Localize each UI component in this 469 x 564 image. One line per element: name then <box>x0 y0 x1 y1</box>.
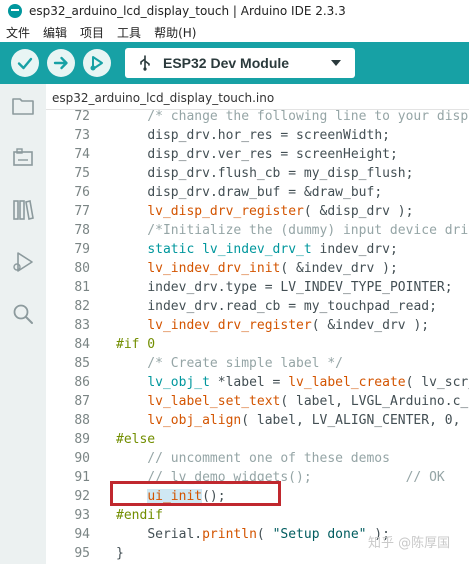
line-code: lv_label_set_text( label, LVGL_Arduino.c… <box>147 394 469 409</box>
menu-tools[interactable]: 工具 <box>117 24 141 41</box>
menu-sketch[interactable]: 项目 <box>80 24 104 41</box>
toolbar: ESP32 Dev Module <box>0 42 469 84</box>
line-number: 72 <box>74 110 90 124</box>
line-code: // uncomment one of these demos <box>116 451 390 466</box>
line-code: lv_disp_drv_register( &disp_drv ); <box>147 204 414 219</box>
editor-tab-bar: esp32_arduino_lcd_display_touch.ino <box>46 84 469 110</box>
code-line[interactable]: 78 /*Initialize the (dummy) input device… <box>46 221 469 240</box>
code-line[interactable]: 74 disp_drv.ver_res = screenHeight; <box>46 145 469 164</box>
menu-help[interactable]: 帮助(H) <box>154 24 196 41</box>
code-line[interactable]: 83 lv_indev_drv_register( &indev_drv ); <box>46 316 469 335</box>
line-number: 75 <box>74 166 90 181</box>
activity-sidebar <box>0 84 46 564</box>
code-editor[interactable]: 72 /* change the following line to your … <box>46 110 469 564</box>
code-line[interactable]: 89 #else <box>46 430 469 449</box>
code-line[interactable]: 93 #endif <box>46 506 469 525</box>
line-number: 92 <box>74 489 90 504</box>
line-code: /*Initialize the (dummy) input device dr… <box>116 223 469 238</box>
line-code: indev_drv.read_cb = my_touchpad_read; <box>147 299 437 314</box>
menu-bar: 文件 编辑 项目 工具 帮助(H) <box>0 22 469 42</box>
line-number: 86 <box>74 375 90 390</box>
code-line[interactable]: 84 #if 0 <box>46 335 469 354</box>
line-number: 81 <box>74 280 90 295</box>
line-number: 93 <box>74 508 90 523</box>
line-number: 91 <box>74 470 90 485</box>
code-line[interactable]: 88 lv_obj_align( label, LV_ALIGN_CENTER,… <box>46 411 469 430</box>
line-number: 87 <box>74 394 90 409</box>
debug-button[interactable] <box>83 49 111 77</box>
line-number: 88 <box>74 413 90 428</box>
line-code: } <box>116 546 124 561</box>
line-code: /* Create simple label */ <box>116 356 343 371</box>
line-code: /* change the following line to your dis… <box>116 110 469 124</box>
line-code: disp_drv.hor_res = screenWidth; <box>147 128 390 143</box>
board-manager-icon[interactable] <box>11 146 35 170</box>
line-code: lv_indev_drv_init( &indev_drv ); <box>147 261 398 276</box>
line-number: 79 <box>74 242 90 257</box>
code-line[interactable]: 90 // uncomment one of these demos <box>46 449 469 468</box>
code-line[interactable]: 75 disp_drv.flush_cb = my_disp_flush; <box>46 164 469 183</box>
line-number: 85 <box>74 356 90 371</box>
line-number: 84 <box>74 337 90 352</box>
line-code: disp_drv.draw_buf = &draw_buf; <box>147 185 383 200</box>
code-line[interactable]: 81 indev_drv.type = LV_INDEV_TYPE_POINTE… <box>46 278 469 297</box>
arrow-right-icon <box>53 56 68 70</box>
menu-edit[interactable]: 编辑 <box>43 24 67 41</box>
line-code: Serial.println( "Setup done" ); <box>147 527 390 542</box>
code-line[interactable]: 73 disp_drv.hor_res = screenWidth; <box>46 126 469 145</box>
line-code: #if 0 <box>116 337 156 352</box>
line-number: 95 <box>74 546 90 561</box>
library-icon[interactable] <box>11 198 35 222</box>
checkmark-icon <box>17 57 33 70</box>
line-number: 90 <box>74 451 90 466</box>
line-code: indev_drv.type = LV_INDEV_TYPE_POINTER; <box>147 280 453 295</box>
search-icon[interactable] <box>11 302 35 326</box>
code-line[interactable]: 72 /* change the following line to your … <box>46 110 469 126</box>
line-number: 76 <box>74 185 90 200</box>
code-line[interactable]: 77 lv_disp_drv_register( &disp_drv ); <box>46 202 469 221</box>
code-line[interactable]: 82 indev_drv.read_cb = my_touchpad_read; <box>46 297 469 316</box>
arduino-logo-icon <box>8 4 22 18</box>
upload-button[interactable] <box>47 49 75 77</box>
highlight-box <box>110 481 281 506</box>
line-number: 83 <box>74 318 90 333</box>
line-code: lv_obj_align( label, LV_ALIGN_CENTER, 0,… <box>147 413 469 428</box>
line-code: #endif <box>116 508 163 523</box>
code-line[interactable]: 85 /* Create simple label */ <box>46 354 469 373</box>
line-code: lv_indev_drv_register( &indev_drv ); <box>147 318 430 333</box>
watermark: 知乎 @陈厚国 <box>368 536 451 551</box>
tab-sketch-file[interactable]: esp32_arduino_lcd_display_touch.ino <box>52 86 274 110</box>
line-number: 77 <box>74 204 90 219</box>
menu-file[interactable]: 文件 <box>6 24 30 41</box>
board-name: ESP32 Dev Module <box>163 55 290 71</box>
line-code: lv_obj_t *label = lv_label_create( lv_sc… <box>147 375 469 390</box>
line-code: disp_drv.flush_cb = my_disp_flush; <box>147 166 414 181</box>
debug-icon <box>90 56 103 71</box>
line-code: #else <box>116 432 156 447</box>
code-line[interactable]: 86 lv_obj_t *label = lv_label_create( lv… <box>46 373 469 392</box>
line-number: 82 <box>74 299 90 314</box>
line-code: disp_drv.ver_res = screenHeight; <box>147 147 398 162</box>
verify-button[interactable] <box>11 49 39 77</box>
line-number: 89 <box>74 432 90 447</box>
line-number: 94 <box>74 527 90 542</box>
debug-icon[interactable] <box>11 250 35 274</box>
code-line[interactable]: 80 lv_indev_drv_init( &indev_drv ); <box>46 259 469 278</box>
line-code: static lv_indev_drv_t indev_drv; <box>147 242 398 257</box>
code-line[interactable]: 79 static lv_indev_drv_t indev_drv; <box>46 240 469 259</box>
line-number: 73 <box>74 128 90 143</box>
usb-icon <box>140 55 150 71</box>
line-number: 78 <box>74 223 90 238</box>
line-number: 80 <box>74 261 90 276</box>
line-number: 74 <box>74 147 90 162</box>
code-line[interactable]: 76 disp_drv.draw_buf = &draw_buf; <box>46 183 469 202</box>
chevron-down-icon <box>331 60 341 66</box>
folder-icon[interactable] <box>11 94 35 118</box>
title-bar: esp32_arduino_lcd_display_touch | Arduin… <box>0 0 469 22</box>
board-selector[interactable]: ESP32 Dev Module <box>125 48 355 78</box>
code-line[interactable]: 87 lv_label_set_text( label, LVGL_Arduin… <box>46 392 469 411</box>
window-title: esp32_arduino_lcd_display_touch | Arduin… <box>29 4 346 18</box>
